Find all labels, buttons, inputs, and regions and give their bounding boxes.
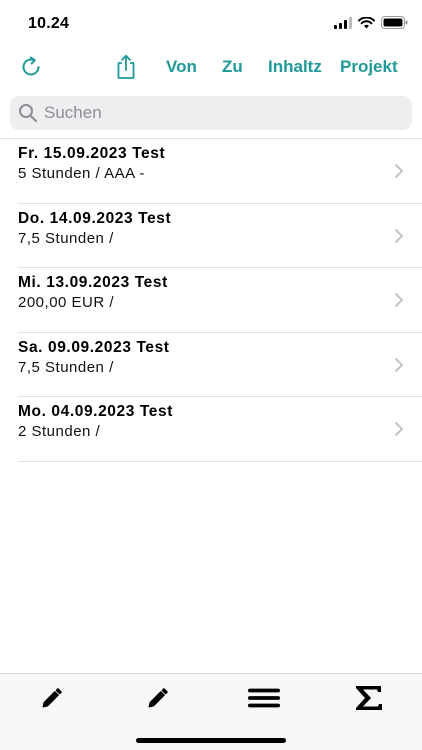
tab-sum[interactable] — [353, 684, 385, 712]
status-icons — [334, 16, 408, 29]
entry-subtitle: 200,00 EUR / — [18, 294, 115, 311]
entry-subtitle: 5 Stunden / AAA - — [18, 165, 145, 182]
entry-subtitle: 2 Stunden / — [18, 423, 101, 440]
pencil-icon — [42, 688, 62, 708]
search-bar[interactable] — [10, 96, 412, 130]
menu-icon — [248, 688, 280, 708]
signal-icon — [334, 16, 352, 29]
entry-title: Mo. 04.09.2023 Test — [18, 403, 173, 420]
chevron-right-icon — [395, 293, 403, 307]
tab-menu[interactable] — [248, 684, 280, 712]
refresh-icon[interactable] — [18, 54, 44, 80]
battery-icon — [381, 16, 408, 29]
list-item[interactable]: Fr. 15.09.2023 Test 5 Stunden / AAA - — [18, 139, 422, 204]
tab-edit-1[interactable] — [36, 684, 68, 712]
chevron-right-icon — [395, 357, 403, 372]
tab-edit-2[interactable] — [142, 684, 174, 712]
list-item[interactable]: Do. 14.09.2023 Test 7,5 Stunden / — [18, 204, 422, 268]
entry-title: Mi. 13.09.2023 Test — [18, 274, 168, 291]
chevron-right-icon — [395, 164, 403, 178]
entry-title: Do. 14.09.2023 Test — [18, 209, 172, 227]
search-icon — [19, 104, 38, 123]
entry-subtitle: 7,5 Stunden / — [18, 358, 114, 376]
chevron-right-icon — [395, 228, 403, 243]
von-button[interactable]: Von — [166, 57, 197, 77]
pencil-icon — [148, 688, 168, 708]
share-icon[interactable] — [113, 54, 139, 80]
entry-title: Sa. 09.09.2023 Test — [18, 338, 170, 356]
entry-subtitle: 7,5 Stunden / — [18, 229, 114, 247]
list-item[interactable]: Mi. 13.09.2023 Test 200,00 EUR / — [18, 268, 422, 333]
wifi-icon — [358, 16, 375, 28]
list-item[interactable]: Sa. 09.09.2023 Test 7,5 Stunden / — [18, 333, 422, 397]
list-item[interactable]: Mo. 04.09.2023 Test 2 Stunden / — [18, 397, 422, 462]
status-bar: 10.24 — [0, 0, 422, 48]
search-input[interactable] — [44, 103, 384, 123]
chevron-right-icon — [395, 422, 403, 436]
home-indicator — [136, 738, 286, 743]
zu-button[interactable]: Zu — [222, 57, 243, 77]
status-time: 10.24 — [28, 15, 70, 32]
projekt-button[interactable]: Projekt — [340, 57, 398, 77]
entry-list: Fr. 15.09.2023 Test 5 Stunden / AAA - Do… — [0, 138, 422, 462]
entry-title: Fr. 15.09.2023 Test — [18, 145, 166, 162]
toolbar: Von Zu Inhaltz Projekt — [0, 50, 422, 84]
inhaltz-button[interactable]: Inhaltz — [268, 57, 322, 77]
sigma-icon — [356, 686, 382, 710]
